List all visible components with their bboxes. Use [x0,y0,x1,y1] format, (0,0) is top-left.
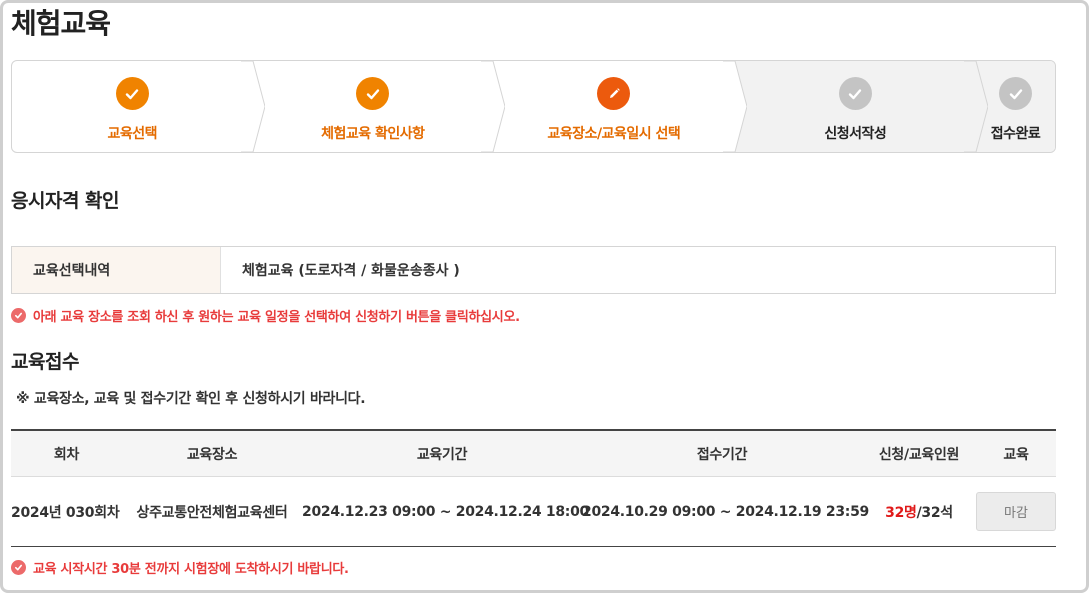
col-place: 교육장소 [186,446,238,463]
course-selection-value: 체험교육 (도로자격 / 화물운송종사 ) [242,263,460,279]
notice-text: 교육 시작시간 30분 전까지 시험장에 도착하시기 바랍니다. [33,562,349,577]
chevron-right-icon [481,61,506,152]
step-application-form: 신청서작성 [734,61,989,152]
col-round: 회차 [53,446,80,463]
pencil-icon [597,77,631,110]
capacity-count: /32석 [916,504,954,521]
course-selection-table: 교육선택내역 체험교육 (도로자격 / 화물운송종사 ) [11,246,1056,294]
reg-period-cell: 2024.10.29 09:00 ~ 2024.12.19 23:59 [582,503,869,520]
progress-stepper: 교육선택 체험교육 확인사항 교육장소/교육일시 선택 신청서작성 접수완료 [11,60,1056,153]
step-label: 교육장소/교육일시 선택 [547,126,681,142]
check-icon [838,77,872,110]
edu-period-cell: 2024.12.23 09:00 ~ 2024.12.24 18:00 [302,503,589,520]
notice-text: 아래 교육 장소를 조회 하신 후 원하는 교육 일정을 선택하여 신청하기 버… [33,310,520,325]
applied-count: 32명 [885,504,917,521]
step-label: 접수완료 [990,126,1041,142]
table-row: 2024년 030회차 상주교통안전체험교육센터 2024.12.23 09:0… [11,477,1056,546]
check-icon [356,77,390,110]
step-label: 교육선택 [107,126,158,142]
step-label: 신청서작성 [824,126,887,142]
closed-button[interactable]: 마감 [976,492,1056,531]
reception-title: 교육접수 [11,351,79,373]
col-applicants: 신청/교육인원 [878,446,960,463]
chevron-right-icon [722,61,747,152]
check-icon [115,77,149,110]
round-cell: 2024년 030회차 [11,504,120,521]
col-reg-period: 접수기간 [696,446,748,463]
chevron-right-icon [964,61,989,152]
check-circle-icon [11,560,26,575]
course-selection-label: 교육선택내역 [12,247,221,293]
arrival-notice: 교육 시작시간 30분 전까지 시험장에 도착하시기 바랍니다. [11,558,349,577]
action-cell: 마감 [976,492,1056,531]
step-label: 체험교육 확인사항 [321,126,425,142]
col-edu-period: 교육기간 [416,446,468,463]
place-cell: 상주교통안전체험교육센터 [136,504,288,521]
select-notice: 아래 교육 장소를 조회 하신 후 원하는 교육 일정을 선택하여 신청하기 버… [11,306,520,325]
page-title: 체험교육 [11,7,111,40]
eligibility-title: 응시자격 확인 [11,190,120,212]
step-confirm-items: 체험교육 확인사항 [253,61,506,152]
chevron-right-icon [240,61,265,152]
check-icon [999,77,1033,110]
table-header-row: 회차 교육장소 교육기간 접수기간 신청/교육인원 교육 [11,431,1056,477]
reception-subnote: ※ 교육장소, 교육 및 접수기간 확인 후 신청하시기 바라니다. [16,391,366,407]
applicants-cell: 32명/32석 [862,502,976,522]
step-course-select: 교육선택 [12,61,265,152]
check-circle-icon [11,308,26,323]
schedule-table: 회차 교육장소 교육기간 접수기간 신청/교육인원 교육 2024년 030회차… [11,429,1056,547]
step-place-date-select: 교육장소/교육일시 선택 [493,61,747,152]
col-action: 교육 [1003,446,1029,463]
